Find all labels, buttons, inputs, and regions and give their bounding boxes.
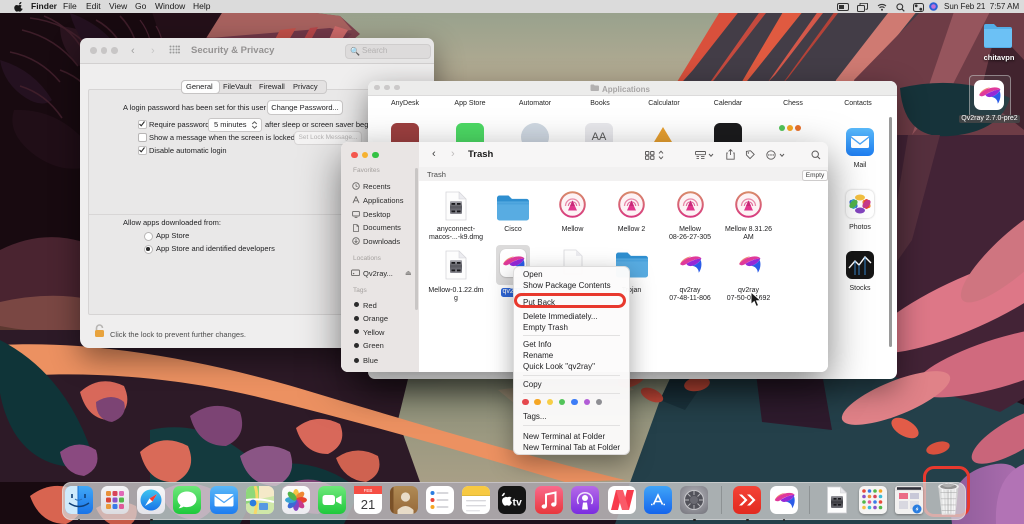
svg-text:tv: tv xyxy=(513,497,522,509)
svg-text:FEB: FEB xyxy=(364,488,373,493)
svg-text:21: 21 xyxy=(361,497,375,512)
